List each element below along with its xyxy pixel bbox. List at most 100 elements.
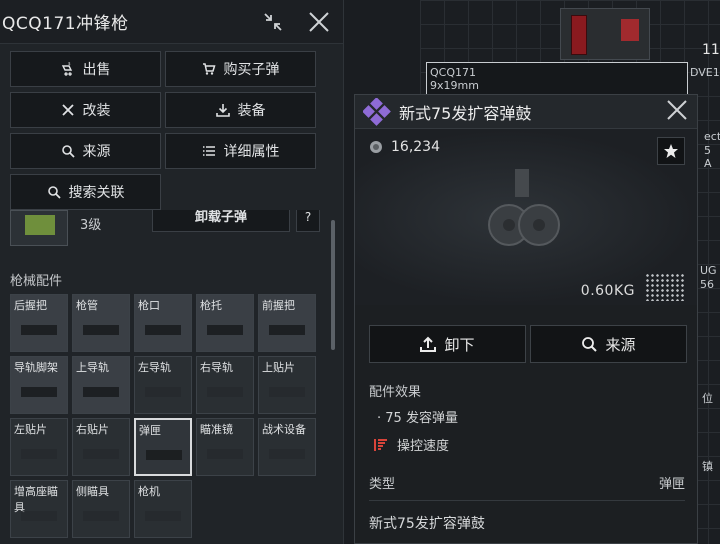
attachment-part-icon	[145, 387, 181, 397]
stash-fragment-1: ecto	[704, 130, 720, 143]
popup-title: 新式75发扩容弹鼓	[399, 103, 532, 123]
item-image-area: 16,234 0.60KG	[355, 129, 697, 305]
unload-ammo-button[interactable]: 卸载子弹	[152, 210, 290, 232]
attachment-part-icon	[21, 511, 57, 521]
attachment-slots: 后握把 枪管 枪口 枪托 前握把导轨脚架 上导轨 左导轨 右导轨 上贴片左贴片 右贴片 弹匣 瞄准镜战…	[10, 294, 316, 538]
close-icon[interactable]	[307, 10, 331, 34]
buy-ammo-button[interactable]: 购买子弹	[165, 51, 316, 87]
attachment-slot[interactable]: 弹匣	[134, 418, 192, 476]
attachment-slot[interactable]: 枪口	[134, 294, 192, 352]
equip-label: 装备	[237, 103, 266, 119]
debuff-icon	[374, 438, 387, 451]
attachment-part-icon	[83, 449, 119, 459]
stash-fragment-6: 镇	[702, 460, 713, 473]
search-related-button[interactable]: 搜索关联	[10, 174, 161, 210]
sell-icon: $	[61, 62, 72, 76]
attachment-slot[interactable]: 增高座瞄具	[10, 480, 68, 538]
attachment-slot[interactable]: 后握把	[10, 294, 68, 352]
attachment-slot[interactable]: 左导轨	[134, 356, 192, 414]
weapon-title: QCQ171冲锋枪	[2, 14, 129, 34]
collapse-icon[interactable]	[261, 10, 285, 34]
type-label: 类型	[369, 477, 396, 492]
search-icon	[61, 145, 75, 158]
attachment-part-icon	[269, 325, 305, 335]
ammo-thumbnail[interactable]	[10, 210, 68, 246]
buy-ammo-label: 购买子弹	[223, 62, 280, 78]
help-icon[interactable]: ?	[296, 210, 320, 232]
equip-button[interactable]: 装备	[165, 92, 316, 128]
price-value: 16,234	[391, 139, 440, 155]
attachment-part-icon	[146, 450, 182, 460]
sell-button[interactable]: $ 出售	[10, 51, 161, 87]
scrollbar[interactable]	[331, 220, 335, 350]
popup-titlebar: 新式75发扩容弹鼓	[355, 95, 697, 129]
attachment-slot[interactable]: 枪托	[196, 294, 254, 352]
effect-capacity: · 75 发容弹量	[377, 411, 458, 426]
attachment-slot[interactable]: 导轨脚架	[10, 356, 68, 414]
item-description: 新式75发扩容弹鼓	[369, 516, 485, 532]
search-icon	[582, 337, 598, 352]
attachment-part-icon	[207, 325, 243, 335]
details-label: 详细属性	[223, 144, 280, 160]
drum-magazine-image	[488, 169, 560, 246]
coin-icon	[370, 141, 382, 153]
popup-source-label: 来源	[605, 335, 636, 354]
attachment-slot[interactable]: 上导轨	[72, 356, 130, 414]
attachment-part-icon	[83, 387, 119, 397]
attachment-part-icon	[207, 449, 243, 459]
upload-icon	[420, 336, 437, 352]
unequip-button[interactable]: 卸下	[369, 325, 526, 363]
attachment-slot[interactable]: 侧瞄具	[72, 480, 130, 538]
item-weight: 0.60KG	[580, 283, 635, 299]
unequip-label: 卸下	[444, 335, 475, 354]
svg-text:$: $	[68, 62, 71, 66]
source-button[interactable]: 来源	[10, 133, 161, 169]
unload-ammo-label: 卸载子弹	[194, 210, 247, 225]
details-button[interactable]: 详细属性	[165, 133, 316, 169]
attachment-slot[interactable]: 左贴片	[10, 418, 68, 476]
stash-item-name: QCQ171	[430, 66, 476, 79]
attachment-slot[interactable]: 右导轨	[196, 356, 254, 414]
price: 16,234	[369, 139, 440, 155]
popup-source-button[interactable]: 来源	[530, 325, 687, 363]
type-row: 类型 弹匣	[369, 473, 685, 501]
close-icon[interactable]	[665, 98, 689, 126]
search-icon	[47, 186, 61, 199]
attachments-title: 枪械配件	[10, 274, 63, 289]
item-detail-popup: 新式75发扩容弹鼓 16,234 0.60KG 卸下 来源 配件效果 · 75 …	[354, 94, 698, 544]
modify-button[interactable]: 改装	[10, 92, 161, 128]
list-icon	[202, 146, 215, 156]
attachment-slot[interactable]: 枪管	[72, 294, 130, 352]
stash-item-thumbnail[interactable]	[560, 8, 650, 60]
attachment-part-icon	[269, 387, 305, 397]
attachment-slot[interactable]: 枪机	[134, 480, 192, 538]
attachment-part-icon	[83, 511, 119, 521]
attachment-part-icon	[145, 511, 181, 521]
source-label: 来源	[82, 144, 111, 160]
rarity-diamond-icon	[363, 97, 391, 126]
attachment-slot[interactable]: 右贴片	[72, 418, 130, 476]
attachment-part-icon	[83, 325, 119, 335]
stash-fragment-5: 位	[702, 392, 713, 405]
star-icon	[664, 144, 678, 158]
attachments-scroll-area: 3级 卸载子弹 ? 枪械配件 后握把 枪管 枪口 枪托 前握把导轨脚架 上导轨 左导轨 右导轨…	[0, 210, 344, 544]
effect-handling: 操控速度	[373, 435, 449, 454]
favorite-button[interactable]	[657, 137, 685, 165]
stash-fragment-3: UG	[700, 264, 717, 277]
stash-fragment-2: 5 A	[704, 144, 712, 170]
popup-actions: 卸下 来源	[369, 325, 687, 363]
stash-item-name-2: DVE1	[690, 66, 720, 79]
weapon-window: QCQ171冲锋枪 $ 出售 购买子弹 改装 装备 来源 详细属性 搜索关联 3…	[0, 0, 344, 544]
attachment-slot[interactable]: 瞄准镜	[196, 418, 254, 476]
attachment-slot[interactable]: 前握把	[258, 294, 316, 352]
attachment-slot[interactable]: 战术设备	[258, 418, 316, 476]
stash-item-caliber: 9x19mm	[430, 79, 479, 92]
ammo-level: 3级	[80, 218, 102, 233]
attachment-slot[interactable]: 上贴片	[258, 356, 316, 414]
search-related-label: 搜索关联	[68, 185, 125, 201]
attachment-part-icon	[207, 387, 243, 397]
modify-label: 改装	[82, 103, 111, 119]
stash-fragment-4: 56	[700, 278, 714, 291]
action-buttons: $ 出售 购买子弹 改装 装备 来源 详细属性 搜索关联	[10, 51, 316, 210]
type-value: 弹匣	[658, 477, 685, 492]
